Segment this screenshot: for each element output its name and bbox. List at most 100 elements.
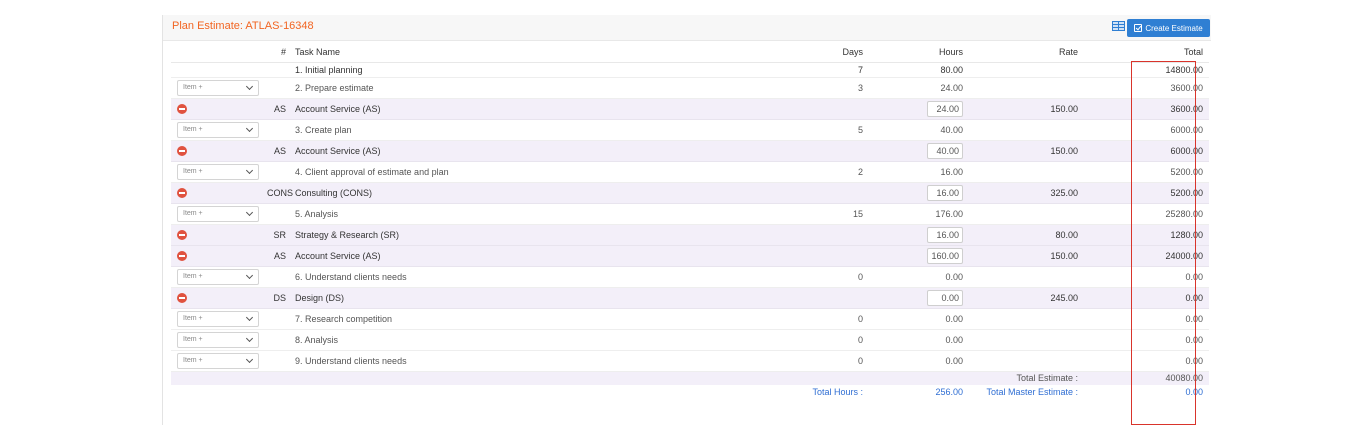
task-row: Item +9. Understand clients needs 0 0.00 0.… <box>171 350 1209 372</box>
task-hours: 0.00 <box>869 266 969 288</box>
hours-input[interactable]: 0.00 <box>927 289 963 306</box>
task-row: Item + 4. Client approval of estimate and… <box>171 161 1209 183</box>
item-add-select[interactable]: Item + <box>177 352 259 369</box>
task-days: 3 <box>769 77 869 99</box>
remove-icon[interactable] <box>177 250 187 261</box>
task-name: 3. Create plan <box>289 119 769 141</box>
task-total: 0.00 <box>1084 266 1209 288</box>
total-estimate-label: Total Estimate : <box>1016 373 1078 384</box>
task-total: 0.00 <box>1084 308 1209 330</box>
chevron-down-icon <box>245 313 254 321</box>
resource-total: 0.00 <box>1084 287 1209 309</box>
col-hours-header: Hours <box>869 42 969 63</box>
resource-rate: 150.00 <box>969 98 1084 120</box>
resource-rate: 150.00 <box>969 140 1084 162</box>
task-total: 0.00 <box>1084 329 1209 351</box>
resource-name: Design (DS) <box>289 287 769 309</box>
task-hours: 24.00 <box>869 77 969 99</box>
task-row: 1. Initial planning 7 80.00 14800.00 <box>171 62 1209 78</box>
task-hours: 176.00 <box>869 203 969 225</box>
task-hours: 80.00 <box>869 62 969 78</box>
task-row: Item +6. Understand clients needs 0 0.00 0.… <box>171 266 1209 288</box>
resource-name: Account Service (AS) <box>289 98 769 120</box>
item-add-select[interactable]: Item + <box>177 205 259 222</box>
remove-icon[interactable] <box>177 229 187 240</box>
totals-footer-row: Total Hours : 256.00 Total Master Estimate… <box>171 385 1209 399</box>
chevron-down-icon <box>245 334 254 342</box>
task-name: 2. Prepare estimate <box>289 77 769 99</box>
hours-input[interactable]: 16.00 <box>927 226 963 243</box>
total-hours-value: 256.00 <box>935 387 963 397</box>
task-hours: 0.00 <box>869 329 969 351</box>
task-name: 6. Understand clients needs <box>289 266 769 288</box>
item-add-select[interactable]: Item + <box>177 79 259 96</box>
remove-icon[interactable] <box>177 187 187 198</box>
task-name: 1. Initial planning <box>289 62 769 78</box>
col-total-header: Total <box>1084 42 1209 63</box>
resource-name: Account Service (AS) <box>289 140 769 162</box>
task-days: 0 <box>769 308 869 330</box>
task-name: 7. Research competition <box>289 308 769 330</box>
resource-code: AS <box>261 140 289 162</box>
resource-code: DS <box>261 287 289 309</box>
chevron-down-icon <box>245 124 254 132</box>
total-master-estimate-value: 0.00 <box>1185 387 1203 397</box>
resource-code: AS <box>261 98 289 120</box>
item-add-select-label: Item + <box>183 168 203 175</box>
item-add-select[interactable]: Item + <box>177 268 259 285</box>
col-task-name-header: Task Name <box>289 42 769 63</box>
resource-total: 6000.00 <box>1084 140 1209 162</box>
item-add-select[interactable]: Item + <box>177 163 259 180</box>
estimate-table: # Task Name Days Hours Rate Total 1. Ini… <box>171 42 1209 399</box>
hours-input[interactable]: 40.00 <box>927 142 963 159</box>
remove-icon[interactable] <box>177 103 187 114</box>
chevron-down-icon <box>245 271 254 279</box>
chevron-down-icon <box>245 208 254 216</box>
item-add-select-label: Item + <box>183 273 203 280</box>
item-add-select-label: Item + <box>183 336 203 343</box>
item-add-select[interactable]: Item + <box>177 121 259 138</box>
resource-name: Consulting (CONS) <box>289 182 769 204</box>
edit-check-icon <box>1134 24 1143 32</box>
chevron-down-icon <box>245 166 254 174</box>
hours-input[interactable]: 24.00 <box>927 100 963 117</box>
task-hours: 40.00 <box>869 119 969 141</box>
item-add-select-label: Item + <box>183 84 203 91</box>
item-add-select[interactable]: Item + <box>177 331 259 348</box>
task-name: 9. Understand clients needs <box>289 350 769 372</box>
task-hours: 16.00 <box>869 161 969 183</box>
resource-rate: 245.00 <box>969 287 1084 309</box>
resource-code: CONS <box>261 182 293 204</box>
create-estimate-button[interactable]: Create Estimate <box>1127 19 1210 37</box>
hours-input[interactable]: 160.00 <box>927 247 963 264</box>
task-row: Item + 2. Prepare estimate 3 24.00 3600.00 <box>171 77 1209 99</box>
resource-name: Strategy & Research (SR) <box>289 224 769 246</box>
hours-input[interactable]: 16.00 <box>927 184 963 201</box>
task-row: Item + 5. Analysis 15 176.00 25280.00 <box>171 203 1209 225</box>
total-estimate-row: Total Estimate : 40080.00 <box>171 371 1209 385</box>
task-days: 7 <box>769 62 869 78</box>
task-days: 2 <box>769 161 869 183</box>
remove-icon[interactable] <box>177 292 187 303</box>
resource-total: 5200.00 <box>1084 182 1209 204</box>
task-total: 3600.00 <box>1084 77 1209 99</box>
remove-icon[interactable] <box>177 145 187 156</box>
total-hours-label: Total Hours : <box>812 387 863 397</box>
task-row: Item +8. Analysis 0 0.00 0.00 <box>171 329 1209 351</box>
item-add-select[interactable]: Item + <box>177 310 259 327</box>
resource-total: 24000.00 <box>1084 245 1209 267</box>
resource-rate: 325.00 <box>969 182 1084 204</box>
resource-row: AS Account Service (AS) 24.00 150.00 3600.00 <box>171 98 1209 120</box>
table-header-row: # Task Name Days Hours Rate Total <box>171 42 1209 63</box>
chevron-down-icon <box>245 355 254 363</box>
table-icon[interactable] <box>1112 21 1125 31</box>
col-num-header: # <box>261 42 289 63</box>
resource-row: AS Account Service (AS) 40.00 150.00 6000.00 <box>171 140 1209 162</box>
panel-header: Plan Estimate: ATLAS-16348 Create Estima… <box>163 15 1211 41</box>
resource-rate: 150.00 <box>969 245 1084 267</box>
task-days: 0 <box>769 329 869 351</box>
task-name: 4. Client approval of estimate and plan <box>289 161 769 183</box>
chevron-down-icon <box>245 82 254 90</box>
resource-total: 1280.00 <box>1084 224 1209 246</box>
task-total: 5200.00 <box>1084 161 1209 183</box>
